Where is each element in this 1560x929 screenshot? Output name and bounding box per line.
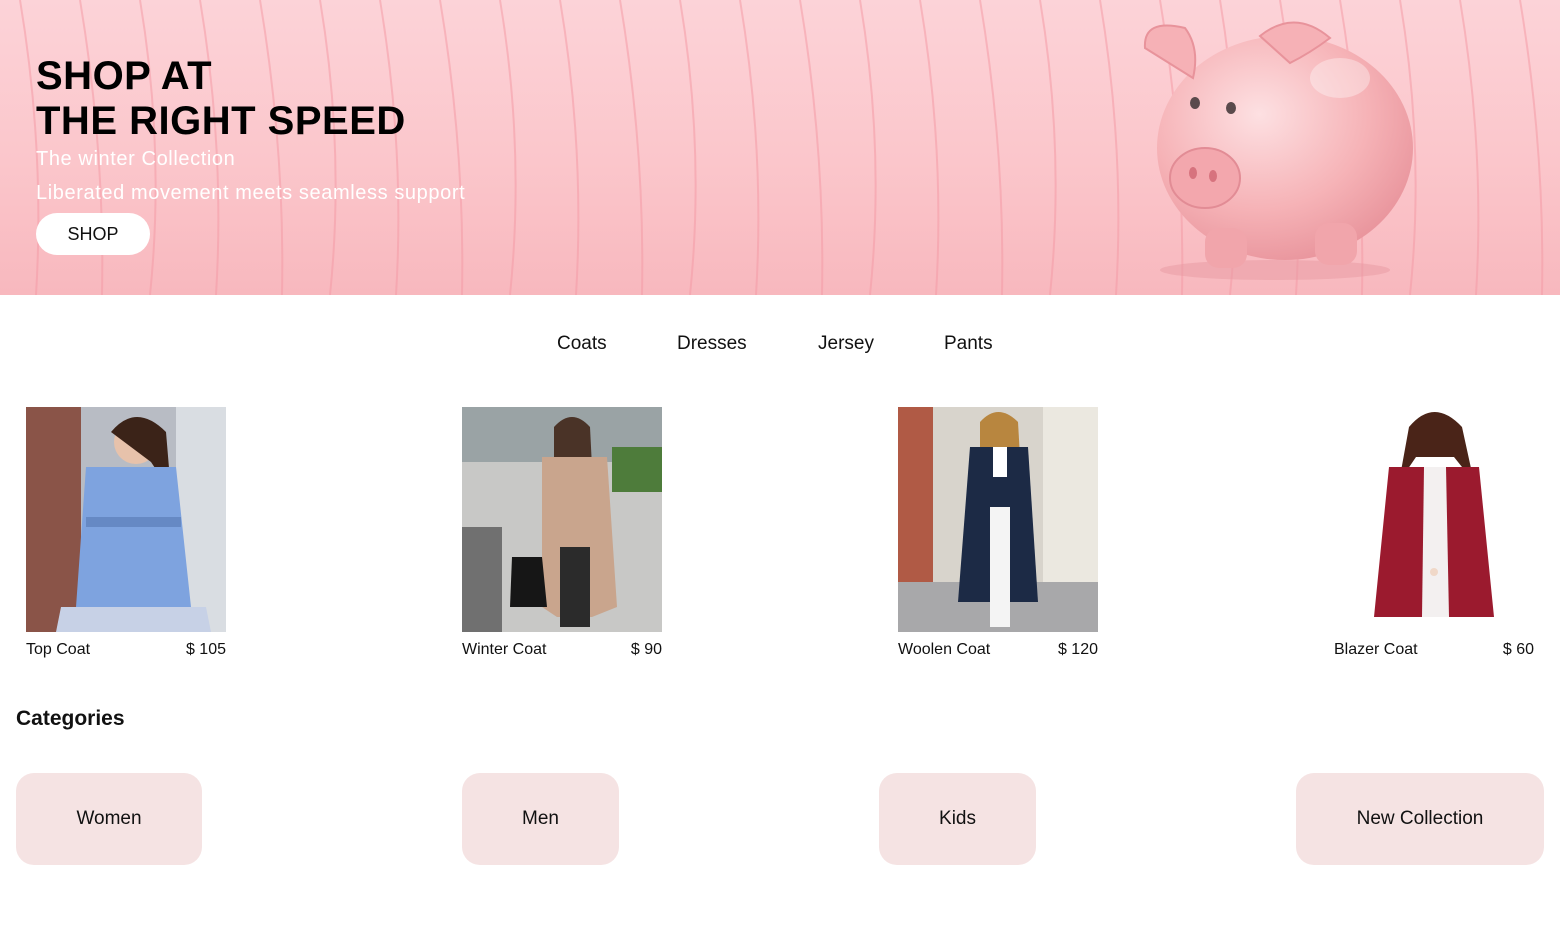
hero-stripe (619, 0, 644, 295)
product-card[interactable]: Blazer Coat $ 60 (1334, 407, 1534, 659)
product-name: Woolen Coat (898, 641, 991, 658)
hero-banner: SHOP AT THE RIGHT SPEED The winter Colle… (0, 0, 1560, 295)
product-image-top-coat[interactable] (26, 407, 226, 632)
hero-stripe (1099, 0, 1120, 295)
category-men[interactable]: Men (462, 773, 619, 865)
nav-item-pants[interactable]: Pants (944, 333, 993, 355)
product-card[interactable]: Woolen Coat $ 120 (898, 407, 1098, 659)
hero-stripe (859, 0, 877, 295)
hero-stripe (1519, 0, 1544, 295)
piggy-bank-image (1143, 21, 1413, 280)
nav-item-dresses[interactable]: Dresses (677, 333, 747, 355)
product-price: $ 90 (630, 641, 662, 658)
category-nav: Coats Dresses Jersey Pants (0, 333, 1560, 359)
product-image-woolen-coat[interactable] (898, 407, 1098, 632)
category-women[interactable]: Women (16, 773, 202, 865)
hero-stripe (1459, 0, 1480, 295)
categories-heading: Categories (16, 707, 125, 730)
product-price: $ 120 (1057, 641, 1098, 658)
category-kids[interactable]: Kids (879, 773, 1036, 865)
hero-stripe (979, 0, 1004, 295)
hero-stripe (799, 0, 824, 295)
product-name: Blazer Coat (1334, 641, 1418, 658)
hero-tagline: Liberated movement meets seamless suppor… (36, 182, 466, 204)
hero-stripe (559, 0, 580, 295)
hero-stripe (499, 0, 517, 295)
hero-stripe (1039, 0, 1057, 295)
hero-stripe (679, 0, 697, 295)
hero-subtitle: The winter Collection (36, 148, 236, 170)
product-name: Winter Coat (462, 641, 547, 658)
product-image-blazer-coat[interactable] (1334, 407, 1534, 632)
hero-title-line2: THE RIGHT SPEED (36, 99, 406, 143)
hero-stripe (739, 0, 760, 295)
hero-stripe (919, 0, 940, 295)
nav-item-jersey[interactable]: Jersey (818, 333, 874, 355)
category-new-collection[interactable]: New Collection (1296, 773, 1544, 865)
hero-title-line1: SHOP AT (36, 54, 213, 98)
product-name: Top Coat (26, 641, 91, 658)
shop-button[interactable]: SHOP (36, 213, 150, 255)
product-card[interactable]: Winter Coat $ 90 (462, 407, 662, 659)
product-price: $ 105 (185, 641, 226, 658)
hero-text-block: SHOP AT THE RIGHT SPEED The winter Colle… (36, 54, 465, 205)
product-card[interactable]: Top Coat $ 105 (26, 407, 226, 659)
product-price: $ 60 (1502, 641, 1534, 658)
product-image-winter-coat[interactable] (462, 407, 662, 632)
nav-item-coats[interactable]: Coats (557, 333, 607, 355)
